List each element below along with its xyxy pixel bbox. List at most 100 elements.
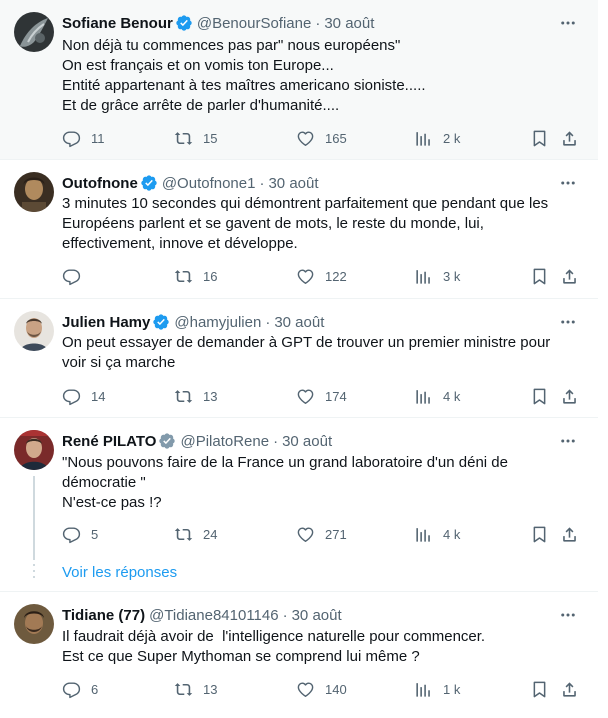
more-horizontal-icon[interactable] (558, 14, 578, 32)
share-button[interactable] (560, 386, 579, 406)
reply-count: 14 (91, 388, 106, 404)
reply-button[interactable] (62, 266, 91, 286)
action-bar: 5 24 271 4 k (62, 524, 582, 544)
share-upload-icon (560, 680, 579, 699)
reply-button[interactable]: 14 (62, 386, 105, 406)
retweet-button[interactable]: 16 (174, 266, 217, 286)
views-count: 3 k (443, 268, 461, 284)
show-replies-link[interactable]: Voir les réponses (62, 564, 177, 581)
reply-bubble-icon (62, 267, 81, 286)
tweet-text-line: 3 minutes 10 secondes qui démontrent par… (62, 195, 549, 212)
views-count: 2 k (443, 130, 461, 146)
more-horizontal-icon[interactable] (558, 606, 578, 624)
verified-check-badge-icon[interactable] (175, 14, 193, 32)
avatar[interactable] (14, 430, 54, 470)
heart-icon (296, 267, 315, 286)
tweet-date[interactable]: 30 août (268, 175, 318, 192)
tweet[interactable]: Julien Hamy @hamyjulien · 30 août On peu… (0, 299, 598, 418)
views-button[interactable]: 4 k (414, 386, 460, 406)
views-button[interactable]: 4 k (414, 524, 460, 544)
tweet-text-line: Il faudrait déjà avoir de l'intelligence… (62, 628, 486, 645)
author-name[interactable]: Outofnone (62, 175, 138, 192)
like-button[interactable]: 165 (296, 128, 347, 148)
bookmark-icon (530, 129, 549, 148)
share-upload-icon (560, 387, 579, 406)
verified-check-badge-icon[interactable] (158, 432, 176, 450)
share-button[interactable] (560, 679, 579, 699)
action-bar: 16 122 3 k (62, 266, 582, 286)
share-button[interactable] (560, 524, 579, 544)
retweet-button[interactable]: 13 (174, 679, 217, 699)
like-count: 140 (325, 681, 347, 697)
retweet-icon (174, 267, 193, 286)
retweet-icon (174, 129, 193, 148)
retweet-button[interactable]: 13 (174, 386, 217, 406)
author-name[interactable]: Sofiane Benour (62, 15, 173, 32)
avatar[interactable] (14, 12, 54, 52)
views-button[interactable]: 1 k (414, 679, 460, 699)
bookmark-button[interactable] (530, 386, 549, 406)
author-name[interactable]: René PILATO (62, 433, 156, 450)
bookmark-button[interactable] (530, 128, 549, 148)
reply-button[interactable]: 5 (62, 524, 98, 544)
tweet-date[interactable]: 30 août (282, 433, 332, 450)
tweet-text-line: Est ce que Super Mythoman se comprend lu… (62, 648, 420, 665)
share-button[interactable] (560, 128, 579, 148)
retweet-button[interactable]: 24 (174, 524, 217, 544)
reply-bubble-icon (62, 387, 81, 406)
views-bar-chart-icon (414, 387, 433, 406)
avatar[interactable] (14, 172, 54, 212)
more-horizontal-icon[interactable] (558, 174, 578, 192)
reply-button[interactable]: 6 (62, 679, 98, 699)
verified-check-badge-icon[interactable] (140, 174, 158, 192)
like-button[interactable]: 271 (296, 524, 347, 544)
like-button[interactable]: 122 (296, 266, 347, 286)
tweet-text-line: démocratie " (62, 474, 146, 491)
like-button[interactable]: 140 (296, 679, 347, 699)
bookmark-button[interactable] (530, 266, 549, 286)
avatar[interactable] (14, 311, 54, 351)
views-count: 4 k (443, 526, 461, 542)
author-handle[interactable]: @BenourSofiane (197, 15, 311, 32)
author-name[interactable]: Tidiane (77) (62, 607, 145, 624)
reply-count: 5 (91, 526, 99, 542)
tweet[interactable]: René PILATO @PilatoRene · 30 août "Nous … (0, 418, 598, 592)
tweet-text: Non déjà tu commences pas par" nous euro… (62, 36, 426, 116)
more-horizontal-icon[interactable] (558, 432, 578, 450)
views-button[interactable]: 2 k (414, 128, 460, 148)
tweet-date[interactable]: 30 août (324, 15, 374, 32)
bookmark-button[interactable] (530, 679, 549, 699)
views-bar-chart-icon (414, 525, 433, 544)
tweet-header: Tidiane (77) @Tidiane84101146 · 30 août (62, 605, 342, 625)
views-bar-chart-icon (414, 267, 433, 286)
share-button[interactable] (560, 266, 579, 286)
tweet-text: Il faudrait déjà avoir de l'intelligence… (62, 627, 485, 667)
retweet-button[interactable]: 15 (174, 128, 217, 148)
like-button[interactable]: 174 (296, 386, 347, 406)
more-horizontal-icon[interactable] (558, 313, 578, 331)
reply-bubble-icon (62, 525, 81, 544)
tweet[interactable]: Sofiane Benour @BenourSofiane · 30 août … (0, 0, 598, 160)
bookmark-button[interactable] (530, 524, 549, 544)
tweet-text-line: Non déjà tu commences pas par" nous euro… (62, 37, 401, 54)
tweet-text-line: Européens parlent et se gavent de mots, … (62, 215, 484, 232)
views-button[interactable]: 3 k (414, 266, 460, 286)
reply-button[interactable]: 11 (62, 128, 105, 148)
author-handle[interactable]: @hamyjulien (174, 314, 261, 331)
bookmark-icon (530, 525, 549, 544)
tweet[interactable]: Outofnone @Outofnone1 · 30 août 3 minute… (0, 160, 598, 299)
author-handle[interactable]: @Tidiane84101146 (149, 607, 279, 624)
avatar[interactable] (14, 604, 54, 644)
tweet-date[interactable]: 30 août (292, 607, 342, 624)
views-count: 1 k (443, 681, 461, 697)
tweet-text: 3 minutes 10 secondes qui démontrent par… (62, 194, 548, 254)
tweet[interactable]: Tidiane (77) @Tidiane84101146 · 30 août … (0, 592, 598, 718)
author-handle[interactable]: @PilatoRene (180, 433, 269, 450)
tweet-text: On peut essayer de demander à GPT de tro… (62, 333, 550, 373)
author-handle[interactable]: @Outofnone1 (162, 175, 256, 192)
verified-check-badge-icon[interactable] (152, 313, 170, 331)
thread-dots (33, 564, 35, 582)
tweet-date[interactable]: 30 août (274, 314, 324, 331)
author-name[interactable]: Julien Hamy (62, 314, 150, 331)
views-count: 4 k (443, 388, 461, 404)
